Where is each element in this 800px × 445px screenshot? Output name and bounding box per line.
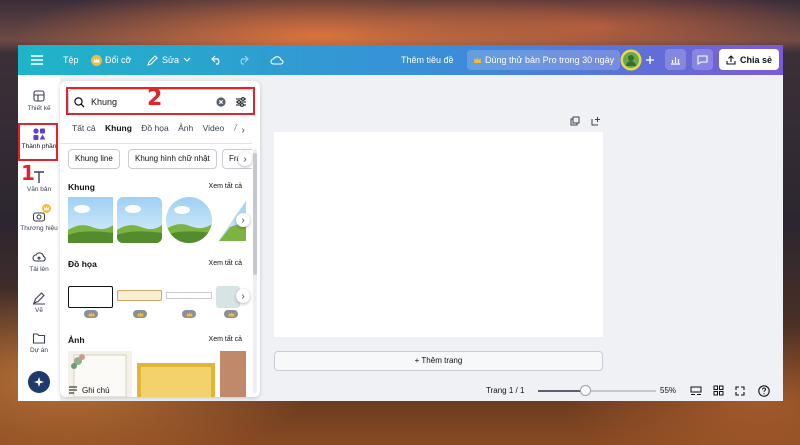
section-title-graphics: Đồ họa <box>68 259 97 269</box>
brand-kit-icon <box>32 204 51 223</box>
design-canvas-page[interactable] <box>274 132 603 337</box>
pages-view-icon[interactable] <box>690 380 702 401</box>
redo-icon[interactable] <box>237 45 249 75</box>
sidebar-item-label: Thương hiệu <box>20 225 58 232</box>
frame-thumbnail-square[interactable] <box>68 197 113 243</box>
add-page-icon[interactable] <box>591 116 601 128</box>
chevron-down-icon <box>183 57 191 63</box>
annotation-step-1: 1 <box>21 161 35 185</box>
sparkle-icon <box>28 371 50 393</box>
zoom-slider-fill <box>538 390 586 392</box>
insights-chart-icon[interactable] <box>665 49 686 70</box>
tab-all[interactable]: Tất cả <box>72 123 96 133</box>
sidebar-item-projects[interactable]: Dự án <box>18 331 60 354</box>
tab-graphics[interactable]: Đồ họa <box>141 123 168 133</box>
zoom-level[interactable]: 55% <box>660 380 676 401</box>
sidebar-item-label: Vẽ <box>35 307 43 314</box>
zoom-level-label: 55% <box>660 386 677 395</box>
add-page-button[interactable]: + Thêm trang <box>274 351 603 371</box>
tab-photos[interactable]: Ảnh <box>178 123 193 133</box>
elements-panel: Khung Tất cả Khung Đồ họa Ảnh Video Âm ›… <box>60 81 260 397</box>
crown-icon <box>473 56 482 64</box>
hamburger-menu-icon[interactable] <box>31 45 43 75</box>
tabs-divider <box>60 143 252 144</box>
grid-view-icon[interactable] <box>713 380 724 401</box>
document-title-label: Thêm tiêu đề <box>401 55 454 65</box>
user-avatar[interactable] <box>620 45 642 75</box>
tab-videos[interactable]: Video <box>203 123 225 133</box>
graphic-thumbnail-thin-bar[interactable] <box>166 292 212 299</box>
cloud-save-icon[interactable] <box>270 45 284 75</box>
suggestion-chip-rectangle-frame[interactable]: Khung hình chữ nhật <box>128 149 217 169</box>
edit-mode-label: Sửa <box>162 55 180 65</box>
file-menu-button[interactable]: Tệp <box>63 45 79 75</box>
annotation-step-2: 2 <box>147 86 163 111</box>
see-all-photos-link[interactable]: Xem tất cả <box>209 336 242 343</box>
page-indicator-label: Trang 1 / 1 <box>486 386 525 395</box>
graphic-thumbnail-beige-bar[interactable] <box>117 290 162 301</box>
pro-crown-badge-icon <box>182 310 196 318</box>
top-toolbar: Tệp Đổi cỡ Sửa Thêm tiêu đề Dùng thử bản… <box>18 45 783 75</box>
magic-ai-button[interactable] <box>18 371 60 393</box>
help-icon[interactable] <box>758 380 770 401</box>
see-all-frames-link[interactable]: Xem tất cả <box>209 183 242 190</box>
sidebar-item-uploads[interactable]: Tải lên <box>18 250 60 273</box>
upload-share-icon <box>726 54 736 65</box>
pencil-icon <box>147 54 158 66</box>
sidebar-item-label: Thiết kế <box>27 105 51 112</box>
graphic-thumbnail-outlined-rect[interactable] <box>68 286 113 308</box>
suggestion-chip-frame-line[interactable]: Khung line <box>68 149 120 169</box>
draw-pen-icon <box>32 291 46 305</box>
result-tabs: Tất cả Khung Đồ họa Ảnh Video Âm <box>72 123 252 139</box>
zoom-slider-handle[interactable] <box>579 385 591 396</box>
resize-label: Đổi cỡ <box>105 55 132 65</box>
sidebar-item-label: Tải lên <box>29 266 49 273</box>
tab-frames[interactable]: Khung <box>105 123 132 133</box>
chips-scroll-right-icon[interactable]: › <box>238 152 252 166</box>
frames-scroll-right-icon[interactable]: › <box>236 213 250 227</box>
crown-icon <box>91 54 102 66</box>
section-title-frames: Khung <box>68 182 95 192</box>
add-collaborator-icon[interactable] <box>645 45 655 75</box>
share-label: Chia sẻ <box>740 54 773 65</box>
cloud-upload-icon <box>32 250 46 264</box>
fullscreen-icon[interactable] <box>735 380 745 401</box>
sidebar-item-brand[interactable]: Thương hiệu <box>18 204 60 232</box>
pro-trial-label: Dùng thử bản Pro trong 30 ngày <box>485 55 615 65</box>
pro-crown-badge-icon <box>224 310 238 318</box>
sidebar-item-label: Dự án <box>29 347 49 354</box>
resize-button[interactable]: Đổi cỡ <box>91 45 131 75</box>
pro-crown-badge-icon <box>133 310 147 318</box>
page-indicator[interactable]: Trang 1 / 1 <box>486 380 524 401</box>
tabs-scroll-right-icon[interactable]: › <box>236 123 250 137</box>
notes-button[interactable]: Ghi chú <box>68 380 110 401</box>
undo-icon[interactable] <box>211 45 223 75</box>
notes-icon <box>68 386 78 395</box>
canva-editor-window: Tệp Đổi cỡ Sửa Thêm tiêu đề Dùng thử bản… <box>18 45 783 401</box>
frame-thumbnail-circle[interactable] <box>166 197 212 243</box>
duplicate-page-icon[interactable] <box>570 116 580 128</box>
bottom-status-bar: Ghi chú Trang 1 / 1 55% <box>60 380 783 401</box>
crown-badge-icon <box>42 204 51 215</box>
annotation-highlight-elements <box>18 123 58 161</box>
edit-mode-button[interactable]: Sửa <box>147 45 191 75</box>
comment-icon[interactable] <box>692 49 713 70</box>
file-menu-label: Tệp <box>63 55 79 65</box>
section-title-photos: Ảnh <box>68 335 85 345</box>
document-title[interactable]: Thêm tiêu đề <box>401 45 454 75</box>
graphics-scroll-right-icon[interactable]: › <box>236 289 250 303</box>
sidebar-item-label: Văn bản <box>26 186 52 193</box>
layout-template-icon <box>32 89 46 103</box>
share-button[interactable]: Chia sẻ <box>719 49 780 70</box>
frame-thumbnail-rounded[interactable] <box>117 197 162 243</box>
see-all-graphics-link[interactable]: Xem tất cả <box>209 260 242 267</box>
pro-trial-button[interactable]: Dùng thử bản Pro trong 30 ngày <box>467 50 621 70</box>
notes-label: Ghi chú <box>82 386 110 395</box>
sidebar-item-draw[interactable]: Vẽ <box>18 291 60 314</box>
sidebar-item-design[interactable]: Thiết kế <box>18 89 60 112</box>
pro-crown-badge-icon <box>84 310 98 318</box>
panel-scrollbar-thumb[interactable] <box>253 153 257 275</box>
folder-icon <box>32 331 46 345</box>
